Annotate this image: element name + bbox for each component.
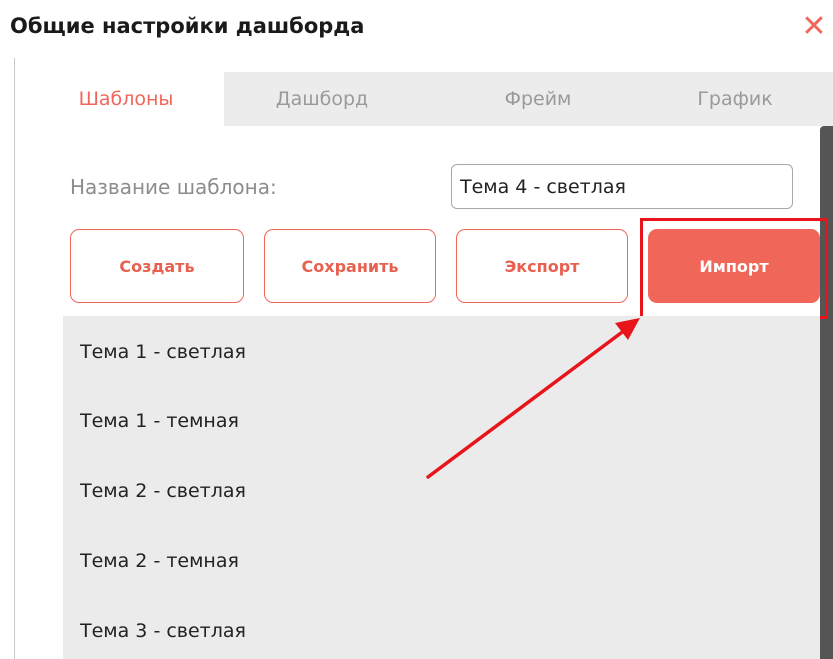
create-button[interactable]: Создать: [70, 229, 244, 303]
template-name-label: Название шаблона:: [70, 175, 277, 199]
tab-bar: Шаблоны Дашборд Фрейм График: [28, 72, 833, 126]
save-button[interactable]: Сохранить: [264, 229, 436, 303]
export-button[interactable]: Экспорт: [456, 229, 628, 303]
tab-templates[interactable]: Шаблоны: [28, 72, 224, 126]
list-item[interactable]: Тема 2 - светлая: [80, 480, 246, 502]
list-item[interactable]: Тема 1 - светлая: [80, 341, 246, 363]
dashboard-settings-dialog: Общие настройки дашборда ✕ Шаблоны Дашбо…: [0, 0, 833, 659]
dialog-title: Общие настройки дашборда: [10, 14, 365, 38]
list-item[interactable]: Тема 3 - светлая: [80, 620, 246, 642]
templates-list: Тема 1 - светлая Тема 1 - темная Тема 2 …: [63, 316, 820, 659]
import-button[interactable]: Импорт: [648, 229, 820, 303]
tab-chart[interactable]: График: [640, 72, 830, 126]
list-item[interactable]: Тема 2 - темная: [80, 550, 239, 572]
list-item[interactable]: Тема 1 - темная: [80, 410, 239, 432]
tab-frame[interactable]: Фрейм: [440, 72, 636, 126]
dialog-left-border: [14, 58, 15, 659]
tab-dashboard[interactable]: Дашборд: [224, 72, 420, 126]
scrollbar[interactable]: [820, 126, 833, 659]
close-icon[interactable]: ✕: [797, 10, 831, 44]
template-name-input[interactable]: [451, 164, 793, 209]
